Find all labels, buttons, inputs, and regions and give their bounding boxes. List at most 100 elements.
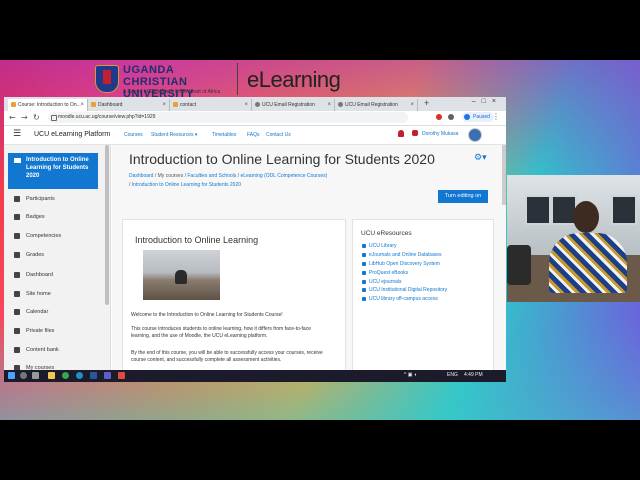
address-bar-row: ← → ↻ moodle.ucu.ac.ug/course/view.php?i… (4, 111, 506, 126)
drawer-scrollbar[interactable] (105, 145, 109, 305)
eresource-link[interactable]: UCU Library (362, 243, 397, 249)
outcomes-paragraph: By the end of this course, you will be a… (131, 350, 323, 363)
drawer-item-current-course[interactable]: Introduction to Online Learning for Stud… (8, 153, 98, 189)
tray-icons[interactable]: ^ ▣ ◖ (404, 372, 417, 378)
banner-divider (237, 63, 238, 95)
drawer-item-label: Content bank (26, 347, 59, 353)
nav-link-faqs[interactable]: FAQs (247, 132, 260, 138)
tab-bar: Course: Introduction to On... × Dashboar… (4, 97, 506, 111)
course-page: Introduction to Online Learning for Stud… (112, 145, 506, 382)
user-menu-name[interactable]: Dorothy Mukasa (422, 131, 458, 137)
tab-label: Course: Introduction to On... (18, 102, 81, 108)
breadcrumb-elearning[interactable]: eLearning (ODL Competence Courses) (240, 173, 327, 179)
nav-link-timetables[interactable]: Timetables (212, 132, 236, 138)
task-view-icon[interactable] (32, 372, 39, 379)
tab-label: UCU Email Registration (345, 102, 398, 108)
eresource-link[interactable]: ProQuest eBooks (361, 270, 408, 276)
nav-link-courses[interactable]: Courses (124, 132, 143, 138)
tab-contact[interactable]: contact × (170, 99, 252, 111)
elearning-logo: eLearning (247, 67, 341, 92)
url-text: moodle.ucu.ac.ug/course/view.php?id=1929 (58, 114, 156, 120)
tab-label: Dashboard (98, 102, 123, 108)
eresource-link[interactable]: UCU ejournals (362, 279, 402, 285)
new-tab-button[interactable]: + (424, 98, 429, 108)
drawer-item-grades[interactable]: Grades (14, 250, 44, 260)
drawer-item-label: Participants (26, 196, 55, 202)
messages-icon[interactable] (412, 130, 418, 136)
drawer-item-label: Dashboard (26, 272, 53, 278)
breadcrumb-faculties[interactable]: Faculties and Schools (187, 173, 236, 179)
teams-icon[interactable] (104, 372, 111, 379)
tab-course[interactable]: Course: Introduction to On... × (8, 99, 88, 111)
university-tagline: A Centre of Excellence in the Heart of A… (123, 89, 221, 95)
language-indicator[interactable]: ENG (447, 372, 458, 378)
drawer-item-site-home[interactable]: Site home (14, 289, 51, 299)
drawer-item-participants[interactable]: Participants (14, 194, 55, 204)
eresource-link[interactable]: UCU Institutional Digital Repository (361, 287, 447, 293)
edge-icon[interactable] (76, 372, 83, 379)
welcome-paragraph: Welcome to the Introduction to Online Le… (131, 312, 283, 318)
drawer-item-competencies[interactable]: Competencies (14, 231, 61, 241)
profile-paused-button[interactable]: Paused (462, 112, 494, 122)
presenter-head (573, 201, 599, 233)
moodle-favicon-icon (11, 102, 16, 107)
page-scrollbar[interactable] (502, 145, 506, 205)
eresource-link[interactable]: LibHub Open Discovery System (362, 261, 440, 267)
breadcrumb-course[interactable]: Introduction to Online Learning for Stud… (132, 182, 241, 188)
drawer-item-content-bank[interactable]: Content bank (14, 345, 59, 355)
avatar[interactable] (468, 128, 482, 142)
drawer-item-label: Badges (26, 214, 45, 220)
moodle-favicon-icon (173, 102, 178, 107)
breadcrumb-dashboard[interactable]: Dashboard (129, 173, 153, 179)
eresource-link[interactable]: UCU library off-campus access (362, 296, 438, 302)
word-icon[interactable] (90, 372, 97, 379)
nav-link-contact-us[interactable]: Contact Us (266, 132, 291, 138)
close-tab-icon[interactable]: × (410, 99, 414, 111)
drawer-item-label: Private files (26, 328, 55, 334)
forward-icon[interactable]: → (21, 113, 28, 122)
browser-menu-icon[interactable]: ⋮ (492, 112, 500, 121)
notifications-bell-icon[interactable] (398, 130, 404, 137)
ucu-crest-logo (95, 65, 119, 93)
explorer-icon[interactable] (48, 372, 55, 379)
presenter-body (549, 233, 627, 293)
site-brand[interactable]: UCU eLearning Platform (34, 131, 110, 138)
close-tab-icon[interactable]: × (327, 99, 331, 111)
tab-dashboard[interactable]: Dashboard × (88, 99, 170, 111)
close-tab-icon[interactable]: × (244, 99, 248, 111)
drawer-item-private-files[interactable]: Private files (14, 326, 54, 336)
lock-icon (51, 115, 57, 121)
windows-start-icon[interactable] (8, 372, 15, 379)
drawer-item-calendar[interactable]: Calendar (14, 307, 48, 317)
presenter-webcam-video (507, 175, 640, 302)
window-controls[interactable]: –□× (472, 98, 502, 105)
clock[interactable]: 4:49 PM (464, 372, 483, 378)
hamburger-menu-icon[interactable]: ☰ (13, 129, 21, 139)
tab-label: UCU Email Registration (262, 102, 315, 108)
chrome-icon[interactable] (62, 372, 69, 379)
close-tab-icon[interactable]: × (80, 99, 84, 111)
close-tab-icon[interactable]: × (162, 99, 166, 111)
eresource-link[interactable]: eJournals and Online Databases (362, 252, 442, 258)
drawer-item-badges[interactable]: Badges (14, 212, 45, 222)
nav-link-student-resources[interactable]: Student Resources ▾ (151, 132, 197, 138)
search-icon[interactable] (20, 372, 27, 379)
url-input[interactable]: moodle.ucu.ac.ug/course/view.php?id=1929 (48, 112, 408, 123)
drawer-item-label: Introduction to Online Learning for Stud… (26, 157, 89, 179)
globe-icon (338, 102, 343, 107)
media-icon[interactable] (118, 372, 125, 379)
breadcrumb-my-courses[interactable]: My courses (158, 173, 184, 179)
reload-icon[interactable]: ↻ (33, 113, 40, 122)
drawer-item-label: Site home (26, 291, 51, 297)
tab-email-registration-2[interactable]: UCU Email Registration × (335, 99, 418, 111)
gear-icon[interactable]: ⚙▾ (474, 153, 487, 163)
home-icon (14, 291, 20, 297)
turn-editing-on-button[interactable]: Turn editing on (438, 190, 488, 203)
extension-icon[interactable] (448, 114, 454, 120)
tab-email-registration-1[interactable]: UCU Email Registration × (252, 99, 335, 111)
drawer-item-dashboard[interactable]: Dashboard (14, 270, 53, 280)
check-square-icon (14, 233, 20, 239)
extension-icon[interactable] (436, 114, 442, 120)
back-icon[interactable]: ← (9, 113, 16, 122)
table-icon (14, 252, 20, 258)
